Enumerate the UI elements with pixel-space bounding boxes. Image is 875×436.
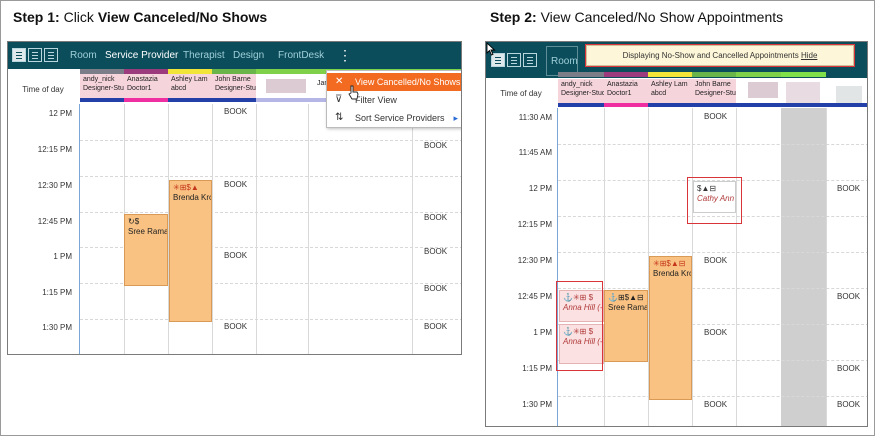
appointment-block[interactable]: ⚓⊞$▲⊟ Sree Rama [604, 290, 648, 362]
step2-calendar: Room Displaying No-Show and Cancelled Ap… [485, 41, 868, 427]
book-slot[interactable]: BOOK [424, 247, 447, 256]
step1-caption: Step 1: Click View Canceled/No Shows [13, 9, 268, 25]
provider-header[interactable]: Anastazia Doctor1 [124, 74, 168, 98]
time-label: 12 PM [48, 109, 72, 118]
time-label: 1 PM [53, 252, 72, 261]
time-label: 11:45 AM [518, 148, 552, 157]
appointment-client: Sree Rama [128, 227, 168, 236]
column-color-bar [168, 98, 212, 102]
cancelled-highlight-box [556, 281, 603, 371]
calendar-toolbar: Room Service Provider Therapist Design F… [8, 42, 461, 69]
book-slot[interactable]: BOOK [704, 400, 727, 409]
provider-header[interactable]: John Barne Designer-Stud [692, 79, 736, 103]
appointment-block[interactable]: ✳⊞$▲ Brenda Kro [169, 180, 212, 322]
book-slot[interactable]: BOOK [424, 322, 447, 331]
close-icon: ✕ [335, 76, 344, 87]
unavailable-column [781, 108, 826, 426]
time-label: 12:30 PM [517, 256, 552, 265]
appointment-icons: ✳⊞$▲ [173, 183, 199, 192]
appointment-client: Sree Rama [608, 303, 648, 312]
time-label: 11:30 AM [518, 113, 552, 122]
tab-service-provider[interactable]: Service Provider [105, 50, 178, 61]
book-slot[interactable]: BOOK [224, 322, 247, 331]
provider-header[interactable]: John Barne Designer-Stud [212, 74, 256, 98]
list-view-icon[interactable] [523, 53, 537, 67]
time-label: 12:45 PM [517, 292, 552, 301]
time-of-day-header: Time of day [22, 85, 64, 94]
column-color-bar [212, 98, 256, 102]
appointment-block[interactable]: ✳⊞$▲⊟ Brenda Kro [649, 256, 692, 400]
time-label: 1:30 PM [42, 323, 72, 332]
time-of-day-header: Time of day [500, 89, 542, 98]
provider-header[interactable]: Ashley Lam abcd [648, 79, 692, 103]
time-label: 1:15 PM [42, 288, 72, 297]
book-slot[interactable]: BOOK [424, 284, 447, 293]
time-label: 12 PM [528, 184, 552, 193]
time-label: 12:15 PM [37, 145, 72, 154]
step1-calendar: Room Service Provider Therapist Design F… [7, 41, 462, 355]
week-view-icon[interactable] [28, 48, 42, 62]
appointment-client: Brenda Kro [653, 269, 692, 278]
time-label: 1:15 PM [522, 364, 552, 373]
book-slot[interactable]: BOOK [704, 256, 727, 265]
menu-item-sort-service-providers[interactable]: ⇅ Sort Service Providers ▸ [327, 109, 461, 127]
book-slot[interactable]: BOOK [837, 292, 860, 301]
tab-therapist[interactable]: Therapist [183, 50, 225, 61]
column-color-bar [80, 98, 124, 102]
book-slot[interactable]: BOOK [704, 328, 727, 337]
book-slot[interactable]: BOOK [424, 141, 447, 150]
book-slot[interactable]: BOOK [704, 112, 727, 121]
column-color-bar [256, 69, 326, 74]
step2-caption: Step 2: View Canceled/No Show Appointmen… [490, 9, 784, 25]
book-slot[interactable]: BOOK [837, 364, 860, 373]
provider-header[interactable]: andy_nick Designer-Stud [80, 74, 124, 98]
time-label: 12:45 PM [37, 217, 72, 226]
arrow-cursor-icon [486, 42, 496, 56]
time-label: 12:30 PM [37, 181, 72, 190]
blurred-provider [786, 82, 820, 104]
column-color-bar [256, 98, 326, 102]
filter-icon: ⊽ [335, 94, 343, 105]
book-slot[interactable]: BOOK [224, 180, 247, 189]
blurred-provider [836, 86, 862, 104]
submenu-arrow-icon: ▸ [453, 113, 458, 123]
appointment-client: Brenda Kro [173, 193, 212, 202]
provider-header[interactable]: Ashley Lam abcd [168, 74, 212, 98]
options-menu: ✕ View Cancelled/No Shows ⊽ Filter View ⇅ S… [326, 70, 461, 128]
list-view-icon[interactable] [44, 48, 58, 62]
week-view-icon[interactable] [507, 53, 521, 67]
appointment-block[interactable]: ↻$ Sree Rama [124, 214, 168, 286]
column-color-bar [124, 98, 168, 102]
appointment-icons: ⚓⊞$▲⊟ [608, 293, 644, 302]
appointment-icons: ✳⊞$▲⊟ [653, 259, 686, 268]
book-slot[interactable]: BOOK [837, 400, 860, 409]
tab-design[interactable]: Design [233, 50, 264, 61]
tab-room[interactable]: Room [70, 50, 97, 61]
sort-icon: ⇅ [335, 112, 344, 123]
book-slot[interactable]: BOOK [224, 107, 247, 116]
tab-frontdesk[interactable]: FrontDesk [278, 50, 324, 61]
time-label: 1 PM [533, 328, 552, 337]
book-slot[interactable]: BOOK [424, 213, 447, 222]
banner-highlight-box [585, 44, 855, 67]
book-slot[interactable]: BOOK [837, 184, 860, 193]
day-view-icon[interactable] [12, 48, 26, 62]
cancelled-highlight-box [687, 177, 742, 224]
provider-header[interactable]: Anastazia Doctor1 [604, 79, 648, 103]
book-slot[interactable]: BOOK [224, 251, 247, 260]
more-options-icon[interactable]: ⋮ [338, 47, 352, 64]
time-label: 1:30 PM [522, 400, 552, 409]
appointment-icons: ↻$ [128, 217, 140, 226]
time-column-divider [79, 104, 80, 354]
provider-header[interactable]: andy_nick Designer-Stud [558, 79, 604, 103]
hand-cursor-icon [348, 85, 359, 100]
blurred-provider [266, 79, 306, 93]
time-label: 12:15 PM [517, 220, 552, 229]
blurred-provider [748, 82, 778, 98]
